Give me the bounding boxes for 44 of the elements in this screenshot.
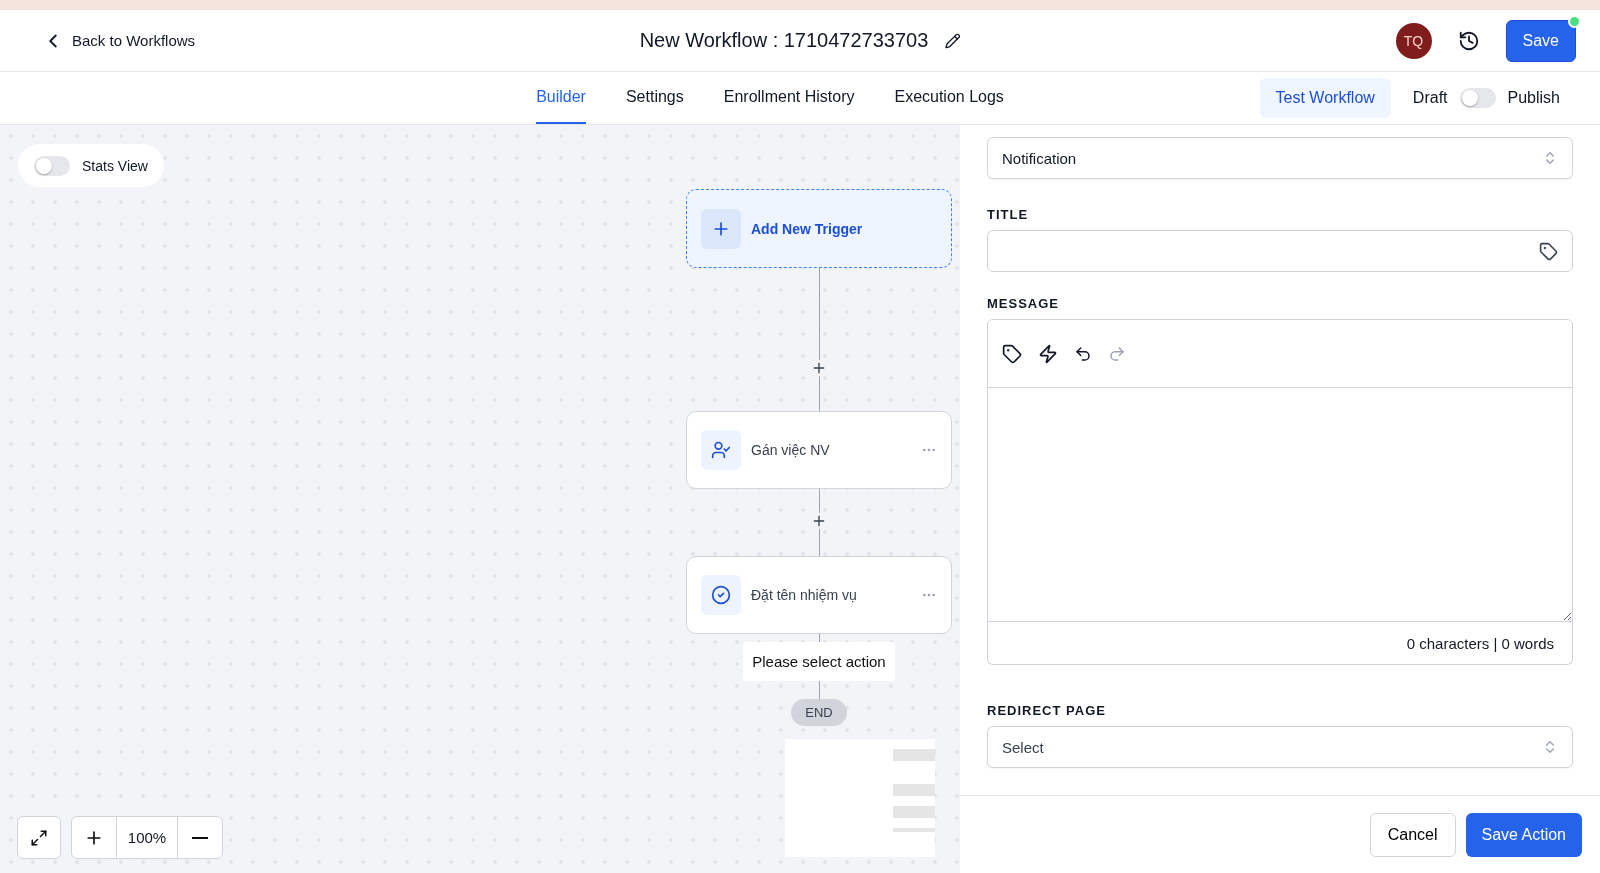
publish-label: Publish	[1507, 89, 1560, 107]
character-counter: 0 characters | 0 words	[1406, 634, 1554, 652]
message-input[interactable]	[987, 388, 1573, 622]
history-icon[interactable]	[1457, 29, 1480, 52]
tag-icon[interactable]	[1539, 241, 1558, 261]
draft-label: Draft	[1412, 89, 1448, 107]
title-input[interactable]	[987, 230, 1573, 272]
save-action-button[interactable]: Save Action	[1465, 812, 1582, 857]
test-workflow-button[interactable]: Test Workflow	[1259, 78, 1391, 118]
action-label: Gán việc NV	[751, 442, 831, 458]
redo-icon[interactable]	[1108, 344, 1126, 363]
user-avatar[interactable]: TQ	[1395, 22, 1432, 59]
edit-icon[interactable]	[944, 32, 961, 49]
action-node[interactable]: Gán việc NV	[686, 411, 952, 489]
back-link[interactable]: Back to Workflows	[42, 29, 196, 52]
cancel-button[interactable]: Cancel	[1369, 812, 1456, 857]
action-type-select[interactable]: Notification	[987, 137, 1573, 179]
zoom-level: 100%	[116, 817, 178, 858]
circle-check-icon	[711, 585, 731, 605]
stats-view-label: Stats View	[82, 157, 148, 174]
minus-icon	[192, 836, 208, 839]
add-step-button[interactable]	[811, 513, 827, 529]
expand-icon	[30, 828, 48, 847]
publish-switch[interactable]	[1459, 88, 1496, 108]
tab[interactable]: Settings	[625, 72, 684, 124]
undo-icon[interactable]	[1074, 344, 1092, 363]
fit-view-button[interactable]	[17, 816, 61, 859]
action-label: Đặt tên nhiệm vụ	[751, 587, 858, 603]
workflow-title: New Workflow : 1710472733703	[639, 29, 929, 52]
redirect-select[interactable]: Select	[987, 726, 1573, 768]
select-action-placeholder[interactable]: Please select action	[743, 642, 895, 681]
tab[interactable]: Enrollment History	[723, 72, 855, 124]
tag-icon[interactable]	[1002, 343, 1022, 364]
title-label: TITLE	[987, 207, 1030, 222]
end-marker: END	[791, 699, 847, 726]
message-label: MESSAGE	[987, 296, 1060, 311]
lightning-icon[interactable]	[1038, 343, 1058, 364]
add-trigger-button[interactable]: Add New Trigger	[686, 189, 952, 268]
add-step-button[interactable]	[811, 360, 827, 376]
stats-view-switch[interactable]	[34, 155, 70, 176]
action-node[interactable]: Đặt tên nhiệm vụ	[686, 556, 952, 634]
tab[interactable]: Execution Logs	[894, 72, 1004, 124]
user-check-icon	[711, 440, 731, 460]
redirect-label: REDIRECT PAGE	[987, 703, 1107, 718]
